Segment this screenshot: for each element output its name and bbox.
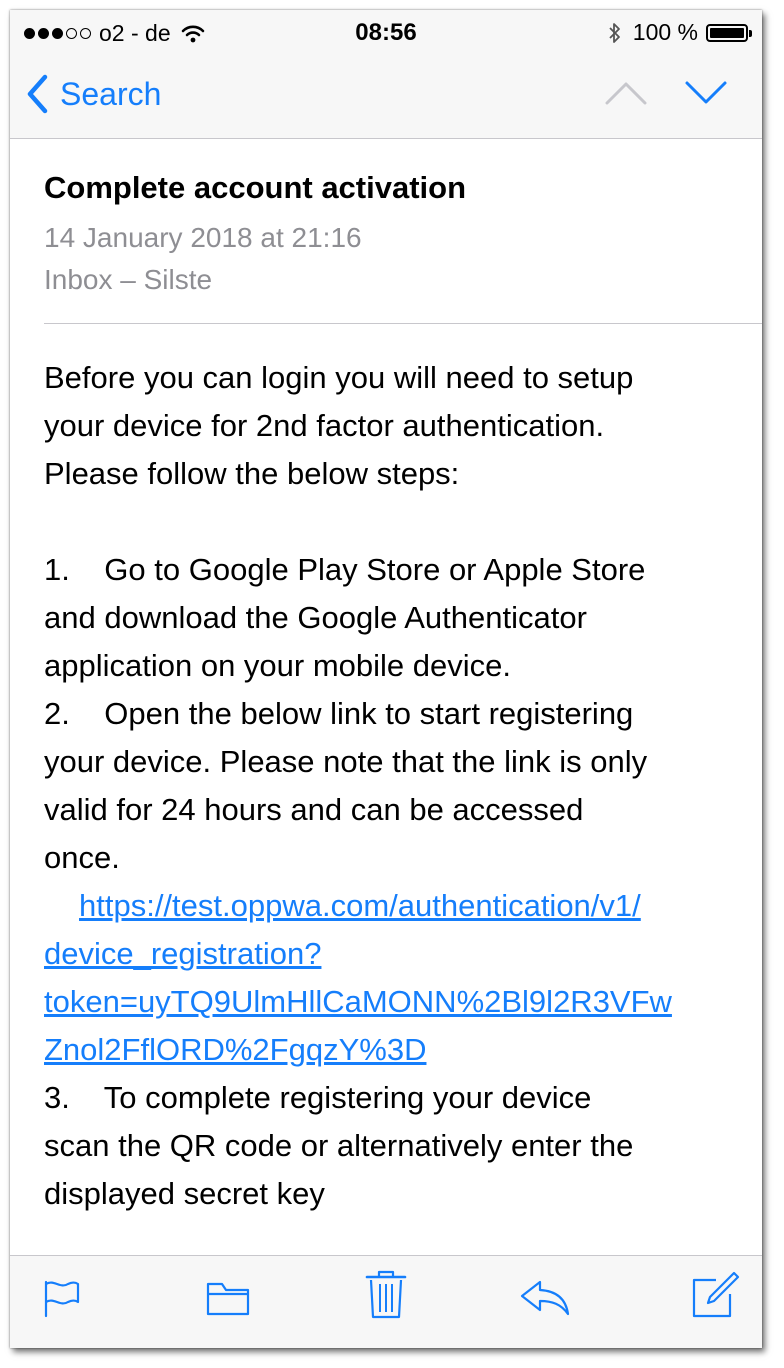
- battery-percent: 100 %: [632, 19, 698, 45]
- bottom-toolbar: [10, 1255, 762, 1348]
- flag-button[interactable]: [40, 1276, 84, 1320]
- step-2-line: your device. Please note that the link i…: [44, 744, 648, 779]
- reply-icon: [520, 1280, 570, 1316]
- previous-message-button[interactable]: [604, 80, 648, 111]
- step-3-line: scan the QR code or alternatively enter …: [44, 1128, 634, 1163]
- status-left: o2 - de: [24, 20, 205, 47]
- message-subject: Complete account activation: [44, 170, 467, 205]
- move-to-folder-button[interactable]: [206, 1276, 250, 1320]
- registration-link-text[interactable]: device_registration?: [44, 936, 321, 971]
- chevron-left-icon: [27, 74, 48, 114]
- registration-link[interactable]: token=uyTQ9UlmHllCaMONN%2Bl9l2R3VFw: [44, 978, 744, 1026]
- back-button-label: Search: [60, 75, 162, 112]
- wifi-icon: [181, 25, 204, 42]
- reply-button[interactable]: [518, 1276, 570, 1320]
- next-message-button[interactable]: [684, 80, 728, 111]
- signal-strength-icon: [24, 28, 91, 39]
- flag-icon: [44, 1280, 80, 1318]
- step-1-line: and download the Google Authenticator: [44, 600, 587, 635]
- carrier-label: o2 - de: [99, 20, 171, 46]
- folder-icon: [206, 1282, 250, 1316]
- battery-icon: [706, 23, 752, 42]
- status-bar: o2 - de 08:56 100 %: [10, 10, 762, 54]
- compose-icon: [692, 1271, 740, 1318]
- header-divider: [44, 323, 762, 324]
- trash-button[interactable]: [364, 1270, 408, 1320]
- status-right: 100 %: [607, 19, 752, 46]
- step-2-line: once.: [44, 840, 120, 875]
- bluetooth-icon: [609, 22, 620, 43]
- registration-link[interactable]: https://test.oppwa.com/authentication/v1…: [44, 882, 744, 930]
- registration-link-text[interactable]: https://test.oppwa.com/authentication/v1…: [79, 888, 641, 923]
- registration-link[interactable]: device_registration?: [44, 930, 744, 978]
- body-line: Before you can login you will need to se…: [44, 360, 634, 395]
- message-date: 14 January 2018 at 21:16: [44, 222, 362, 253]
- step-3-line: displayed secret key: [44, 1176, 325, 1211]
- registration-link-text[interactable]: token=uyTQ9UlmHllCaMONN%2Bl9l2R3VFw: [44, 984, 672, 1019]
- step-2-line: valid for 24 hours and can be accessed: [44, 792, 584, 827]
- body-line: your device for 2nd factor authenticatio…: [44, 408, 605, 443]
- trash-icon: [365, 1270, 407, 1319]
- body-line: Please follow the below steps:: [44, 456, 460, 491]
- registration-link[interactable]: Znol2FflORD%2FgqzY%3D: [44, 1026, 744, 1074]
- navigation-bar: Search: [10, 54, 762, 139]
- message-body: Before you can login you will need to se…: [44, 354, 744, 1218]
- step-1-line: application on your mobile device.: [44, 648, 511, 683]
- step-1-line: 1. Go to Google Play Store or Apple Stor…: [44, 552, 646, 587]
- compose-button[interactable]: [690, 1271, 740, 1320]
- chevron-up-icon: [605, 82, 647, 105]
- back-button[interactable]: Search: [26, 74, 161, 114]
- message-mailbox: Inbox – Silste: [44, 264, 213, 295]
- registration-link-text[interactable]: Znol2FflORD%2FgqzY%3D: [44, 1032, 426, 1067]
- step-2-line: 2. Open the below link to start register…: [44, 696, 634, 731]
- step-3-line: 3. To complete registering your device: [44, 1080, 592, 1115]
- body-blank-line: [44, 498, 744, 546]
- chevron-down-icon: [685, 81, 727, 104]
- mail-screen: o2 - de 08:56 100 % Search Complete acco…: [10, 10, 762, 1348]
